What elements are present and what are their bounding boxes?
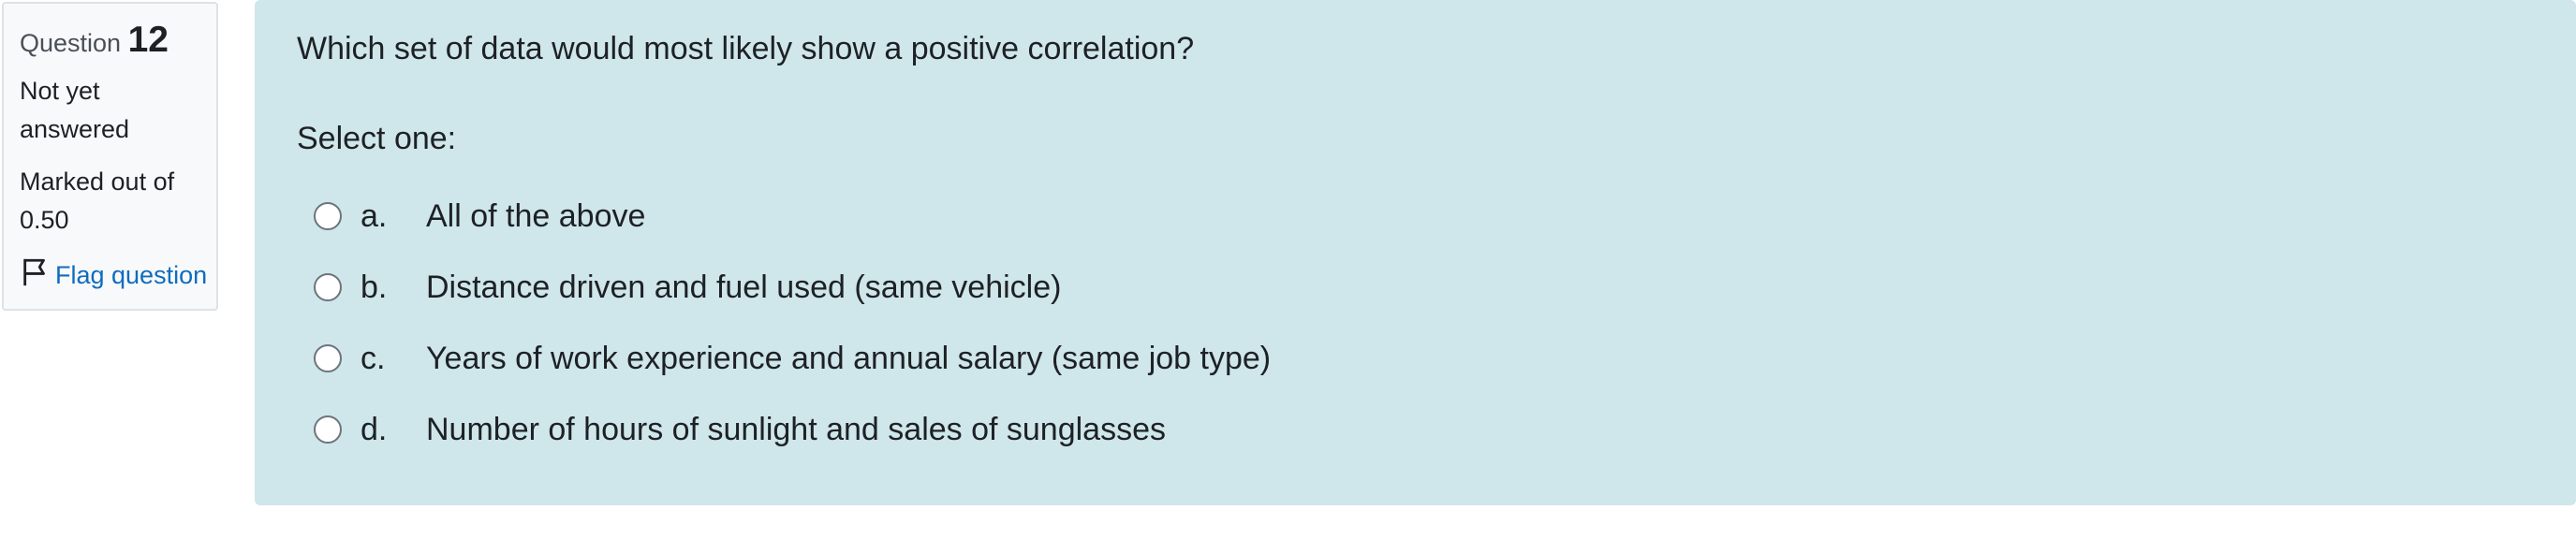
question-grade-line-2: 0.50 (20, 206, 69, 234)
answer-option-c[interactable]: c. Years of work experience and annual s… (297, 323, 2576, 394)
question-grade: Marked out of 0.50 (20, 163, 216, 240)
option-text[interactable]: Number of hours of sunlight and sales of… (426, 412, 1166, 448)
answer-option-b[interactable]: b. Distance driven and fuel used (same v… (297, 252, 2576, 323)
option-letter: c. (361, 340, 386, 376)
flag-question-link[interactable]: Flag question (20, 256, 216, 295)
question-state: Not yet answered (20, 72, 216, 149)
question-text: Which set of data would most likely show… (297, 31, 1195, 66)
option-letter: a. (361, 197, 388, 234)
question-number: Question 12 (20, 17, 216, 66)
answer-options: a. All of the above b. Distance driven a… (297, 181, 2576, 465)
question-number-value: 12 (127, 20, 169, 60)
option-letter: b. (361, 269, 388, 305)
question-state-line-1: Not yet (20, 77, 100, 105)
select-prompt: Select one: (297, 121, 457, 156)
radio-button[interactable] (314, 344, 342, 372)
option-letter: d. (361, 411, 388, 447)
question-content: Which set of data would most likely show… (255, 0, 2576, 505)
question-info-panel: Question 12 Not yet answered Marked out … (2, 2, 218, 311)
option-text[interactable]: All of the above (426, 198, 645, 235)
radio-button[interactable] (314, 273, 342, 301)
question-grade-line-1: Marked out of (20, 168, 175, 196)
option-text[interactable]: Years of work experience and annual sala… (426, 341, 1271, 377)
radio-button[interactable] (314, 202, 342, 230)
radio-button[interactable] (314, 415, 342, 444)
answer-option-a[interactable]: a. All of the above (297, 181, 2576, 252)
flag-question-label[interactable]: Flag question (55, 261, 207, 290)
answer-option-d[interactable]: d. Number of hours of sunlight and sales… (297, 394, 2576, 465)
question-label: Question (20, 29, 122, 57)
option-text[interactable]: Distance driven and fuel used (same vehi… (426, 270, 1061, 306)
flag-icon (20, 256, 55, 295)
question-state-line-2: answered (20, 115, 130, 143)
